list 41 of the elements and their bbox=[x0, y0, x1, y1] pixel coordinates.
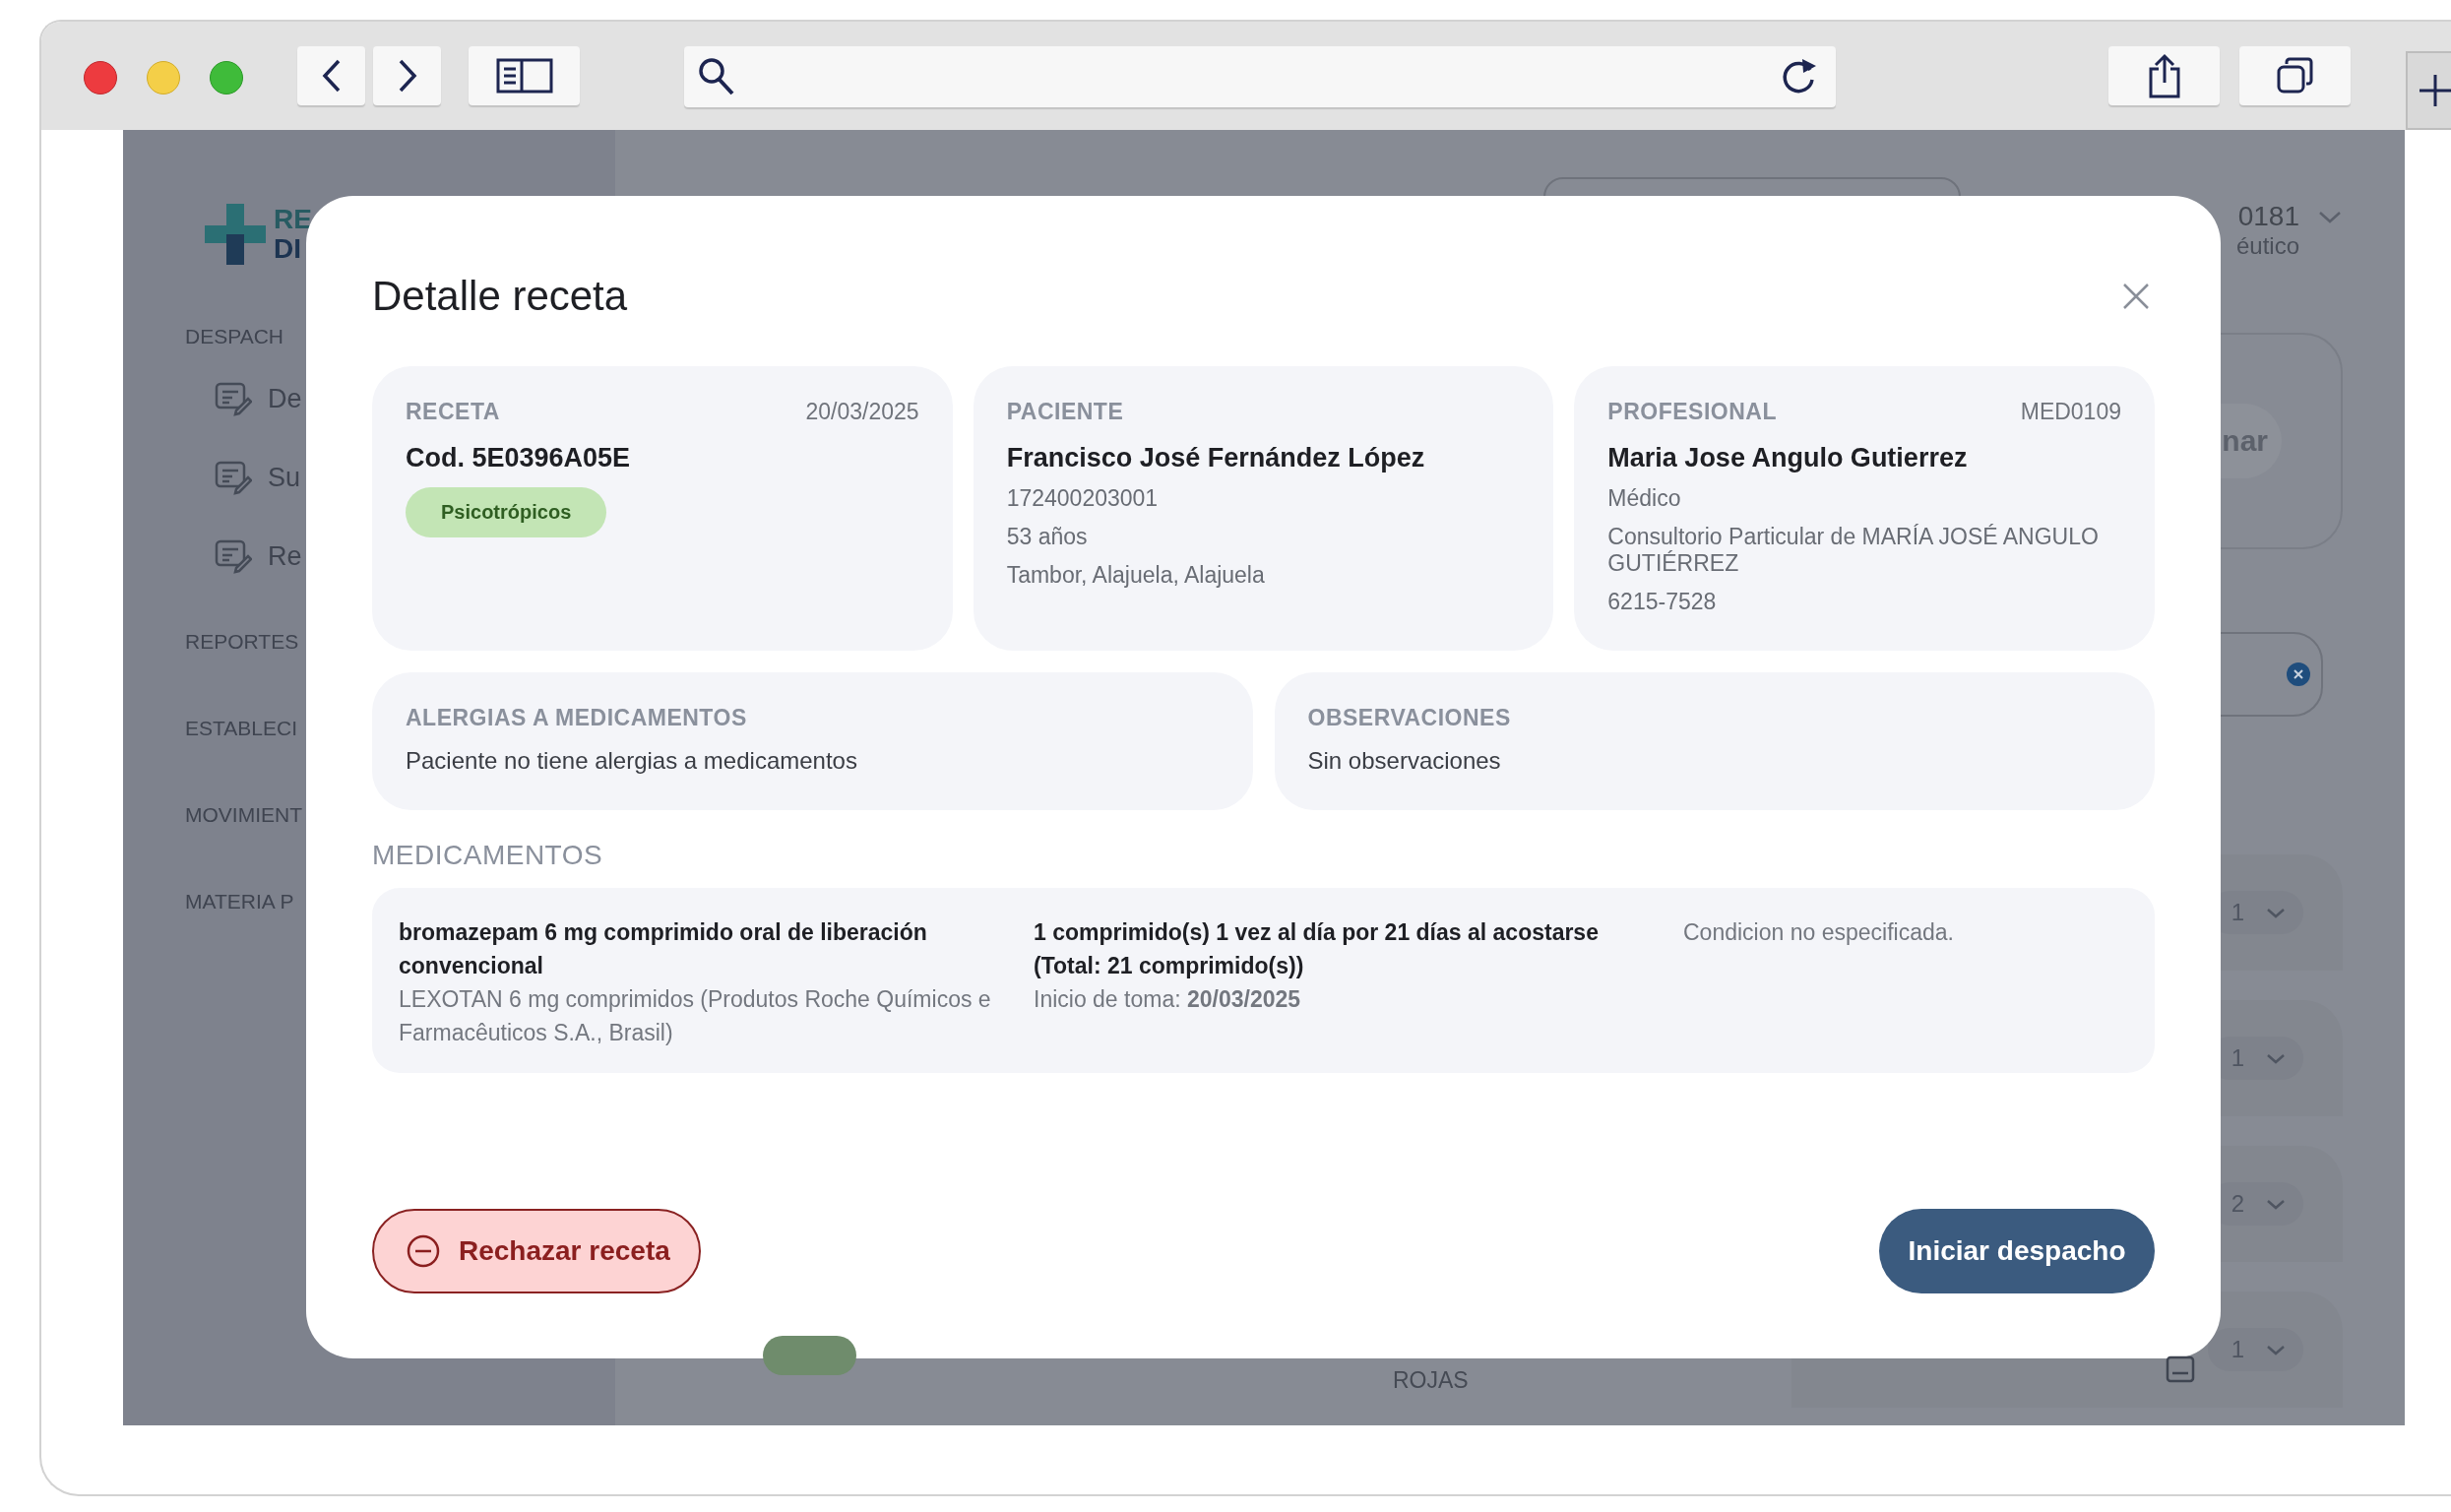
card-title: Maria Jose Angulo Gutierrez bbox=[1607, 443, 1968, 473]
section-heading: MATERIA P bbox=[185, 889, 294, 914]
section-heading: REPORTES bbox=[185, 629, 299, 655]
card-label: PROFESIONAL bbox=[1607, 399, 1777, 425]
card-meta: 20/03/2025 bbox=[805, 399, 919, 425]
section-heading: ESTABLECI bbox=[185, 716, 297, 741]
card-text: Paciente no tiene alergias a medicamentos bbox=[406, 747, 857, 775]
card-title: Francisco José Fernández López bbox=[1006, 443, 1425, 473]
user-role: éutico bbox=[2235, 232, 2299, 260]
start-date: Inicio de toma: 20/03/2025 bbox=[1034, 985, 1302, 1014]
start-button[interactable]: Iniciar despacho bbox=[1879, 1209, 2155, 1293]
card-text: Sin observaciones bbox=[1307, 747, 1501, 775]
dialog-title: Detalle receta bbox=[372, 273, 628, 320]
card-label: PACIENTE bbox=[1006, 399, 1124, 425]
card-text: Médico bbox=[1607, 485, 1681, 512]
category-badge: Psicotrópicos bbox=[406, 487, 607, 537]
sidebar-item[interactable]: Re bbox=[215, 538, 302, 574]
card-text: Tambor, Alajuela, Alajuela bbox=[1006, 562, 1265, 589]
condition-text: Condicion no especificada. bbox=[1683, 918, 1955, 947]
medication-name: bromazepam 6 mg comprimido oral de liberación convencional bbox=[399, 918, 928, 980]
section-heading: DESPACH bbox=[185, 324, 283, 349]
card-title: Cod. 5E0396A05E bbox=[406, 443, 631, 473]
section-heading: MEDICAMENTOS bbox=[372, 840, 604, 871]
logo-text: RE bbox=[274, 205, 312, 234]
logo-text: DI bbox=[274, 234, 302, 264]
card-label: OBSERVACIONES bbox=[1307, 705, 1511, 731]
card-text: 6215-7528 bbox=[1607, 589, 1717, 615]
user-code: 0181 bbox=[2237, 201, 2299, 232]
card-label: RECETA bbox=[406, 399, 500, 425]
reject-button[interactable]: Rechazar receta bbox=[372, 1209, 701, 1293]
dosage-text: 1 comprimido(s) 1 vez al día por 21 días al acostarse (Total: 21 comprimido(s)) bbox=[1034, 918, 1600, 980]
card-text: 172400203001 bbox=[1006, 485, 1159, 512]
section-heading: MOVIMIENT bbox=[185, 802, 302, 828]
sidebar-item[interactable]: Su bbox=[215, 460, 301, 495]
card-text: 53 años bbox=[1006, 524, 1088, 550]
card-label: ALERGIAS A MEDICAMENTOS bbox=[406, 705, 747, 731]
card-text: Consultorio Particular de MARÍA JOSÉ ANGULO GUTIÉRREZ bbox=[1607, 524, 2100, 577]
medication-brand: LEXOTAN 6 mg comprimidos (Produtos Roche Químicos e Farmacêuticos S.A., Brasil) bbox=[399, 985, 992, 1047]
table-cell: ROJAS bbox=[1393, 1367, 1469, 1394]
sidebar-item[interactable]: De bbox=[215, 381, 302, 416]
card-meta: MED0109 bbox=[2020, 399, 2121, 425]
